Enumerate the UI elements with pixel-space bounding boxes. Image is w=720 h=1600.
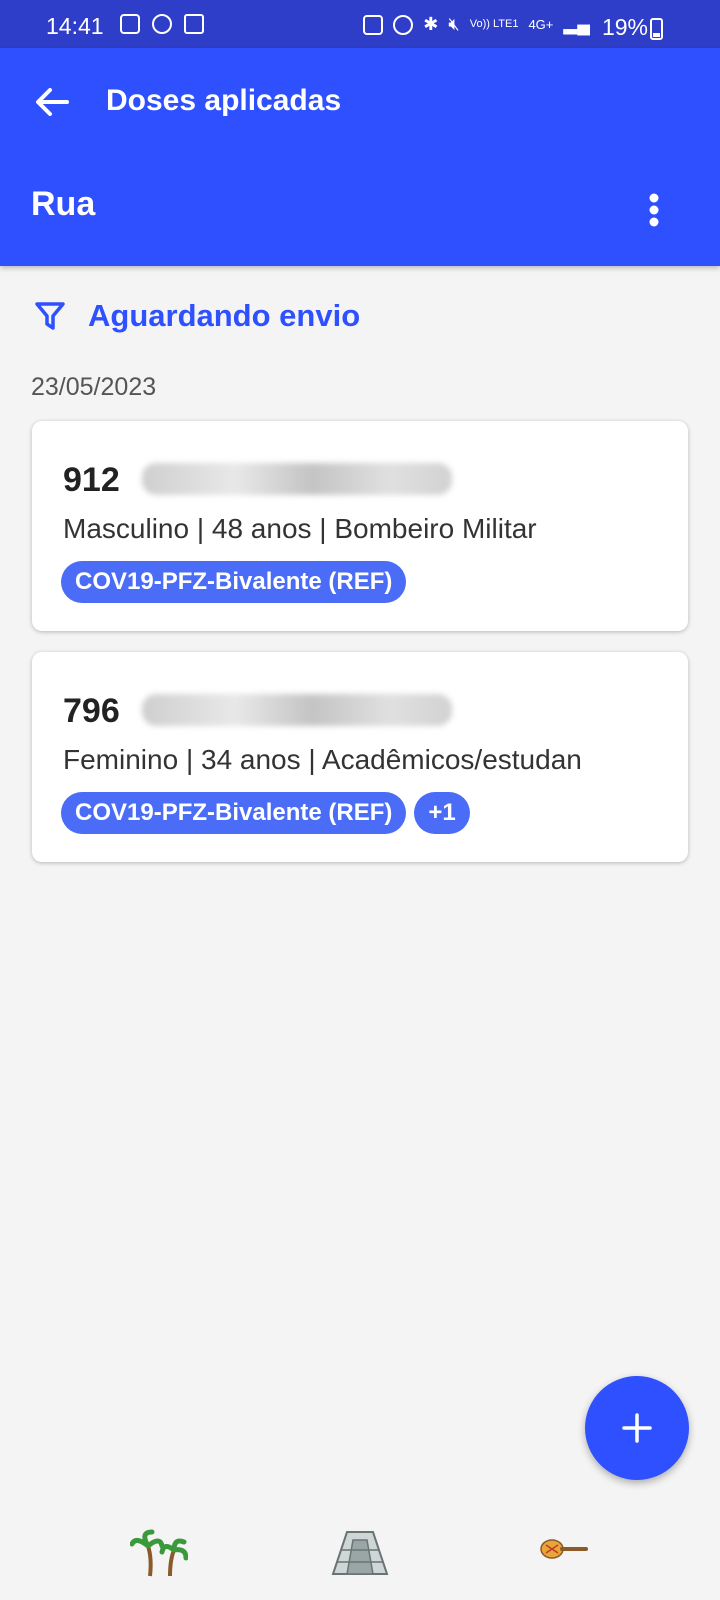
gallery-icon [120,14,140,34]
vaccine-chip: COV19-PFZ-Bivalente (REF) [61,792,407,834]
record-number: 912 [63,461,120,499]
vaccine-app-icon [152,14,172,34]
status-notification-icons [120,14,204,34]
vaccine-chips: COV19-PFZ-Bivalente (REF) +1 [61,792,470,834]
text-fade [648,742,688,782]
date-group-header: 23/05/2023 [31,373,157,401]
vaccine-chip: COV19-PFZ-Bivalente (REF) [61,561,407,603]
redacted-name [142,463,452,495]
more-vert-icon [649,193,659,227]
maraca-icon [540,1539,588,1559]
dose-record-card[interactable]: 796 Feminino | 34 anos | Acadêmicos/estu… [32,652,688,862]
back-button[interactable] [30,80,74,124]
app-bar: Doses aplicadas Rua [0,48,720,266]
location-subtitle: Rua [31,185,96,223]
record-info: Feminino | 34 anos | Acadêmicos/estudan [63,744,582,775]
battery-icon [650,18,663,40]
add-dose-button[interactable] [585,1376,689,1480]
signal-icon: ▂▄ [563,14,590,34]
redacted-name [142,694,452,726]
arrow-back-icon [36,88,69,116]
record-number: 796 [63,692,120,730]
recycle-icon [363,14,384,35]
status-time: 14:41 [46,13,104,39]
volte-icon: Vo)) LTE1 [469,18,519,30]
vaccine-chips: COV19-PFZ-Bivalente (REF) [61,561,407,603]
status-system-icons: ✱ 🔇︎ Vo)) LTE1 4G+ ▂▄ [363,14,590,35]
pyramid-icon [331,1531,389,1575]
filter-label: Aguardando envio [88,298,361,333]
palm-trees-icon [130,1529,188,1577]
bluetooth-icon: ✱ [423,14,439,34]
network-type-icon: 4G+ [528,17,554,32]
bottom-decorations [0,1500,720,1600]
mute-icon: 🔇︎ [448,14,460,34]
dose-record-card[interactable]: 912 Masculino | 48 anos | Bombeiro Milit… [32,421,688,631]
battery-percent: 19% [601,14,648,40]
status-bar: 14:41 ✱ 🔇︎ Vo)) LTE1 4G+ ▂▄ 19% [0,0,720,48]
filter-button[interactable]: Aguardando envio [34,298,360,334]
record-info: Masculino | 48 anos | Bombeiro Militar [63,513,537,544]
alarm-icon [393,14,414,35]
more-options-button[interactable] [628,182,680,238]
plus-icon [622,1413,652,1443]
lock-icon [184,14,204,34]
filter-icon [35,302,65,330]
more-vaccines-chip: +1 [414,792,470,834]
page-title: Doses aplicadas [106,84,342,117]
